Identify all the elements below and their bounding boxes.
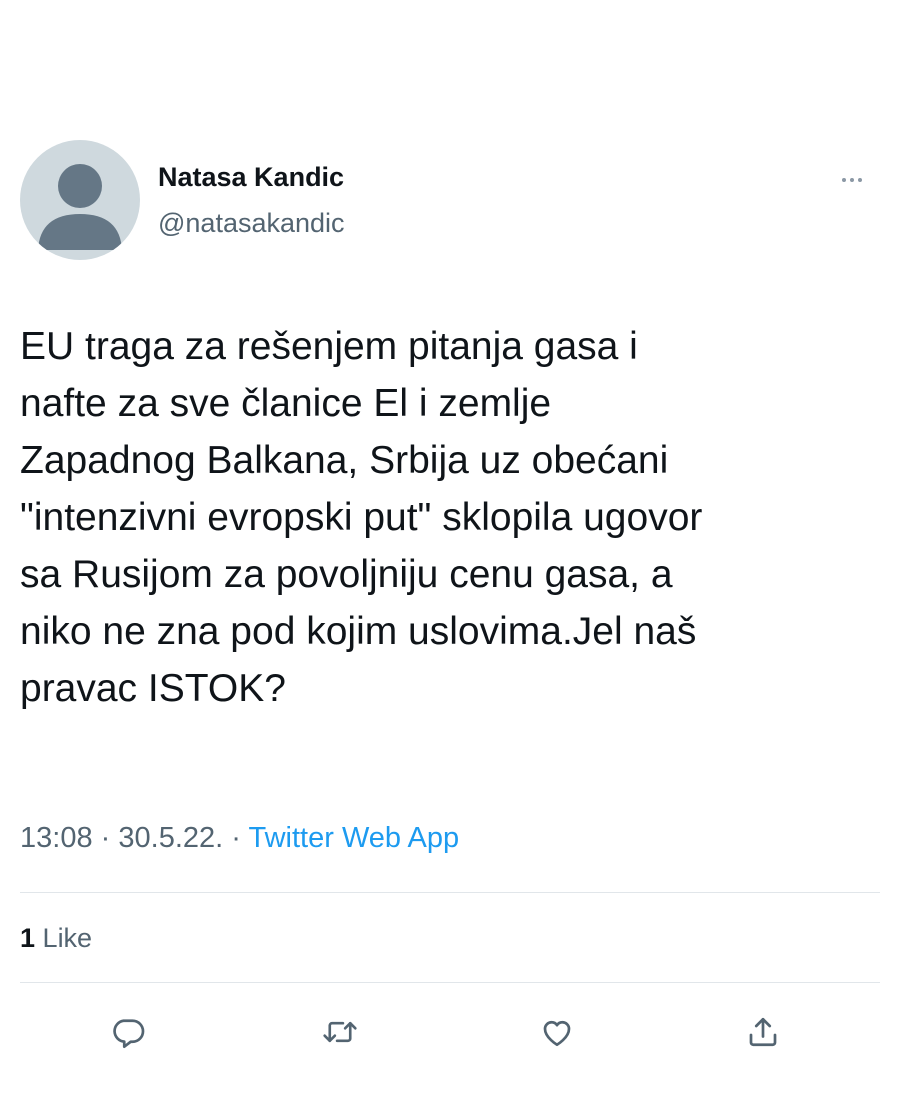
display-name[interactable]: Natasa Kandic [158, 160, 345, 194]
avatar[interactable] [20, 140, 140, 260]
tweet-source-link[interactable]: Twitter Web App [248, 822, 459, 854]
likes-stat[interactable]: 1 Like [20, 920, 92, 956]
tweet-text-line: niko ne zna pod kojim uslovima.Jel naš [20, 610, 697, 653]
tweet-meta: 13:08 · 30.5.22. · Twitter Web App [20, 820, 459, 856]
tweet-card: Natasa Kandic @natasakandic EU traga za … [0, 0, 900, 1104]
retweet-icon [323, 1021, 357, 1043]
like-button[interactable] [527, 1002, 587, 1062]
tweet-text-line: EU traga za rešenjem pitanja gasa i [20, 325, 638, 368]
dot [842, 178, 846, 182]
user-handle[interactable]: @natasakandic [158, 206, 345, 240]
tweet-text-line: Zapadnog Balkana, Srbija uz obećani [20, 439, 669, 482]
user-info: Natasa Kandic @natasakandic [158, 160, 345, 240]
divider [20, 982, 880, 983]
dot [850, 178, 854, 182]
likes-label: Like [42, 923, 93, 953]
tweet-date[interactable]: 30.5.22. [118, 822, 223, 854]
heart-icon [543, 1020, 571, 1047]
tweet-time[interactable]: 13:08 [20, 822, 93, 854]
likes-count: 1 [20, 923, 36, 953]
share-icon [749, 1017, 777, 1047]
more-options-icon[interactable] [832, 168, 872, 192]
dot [858, 178, 862, 182]
divider [20, 892, 880, 893]
default-profile-icon [38, 164, 122, 250]
meta-separator: · [100, 822, 111, 854]
tweet-text: EU traga za rešenjem pitanja gasa i naft… [20, 318, 880, 717]
tweet-text-line: sa Rusijom za povoljniju cenu gasa, a [20, 553, 673, 596]
meta-separator: · [231, 822, 241, 854]
reply-button[interactable] [98, 1002, 158, 1062]
tweet-text-line: nafte za sve članice El i zemlje [20, 382, 552, 425]
retweet-button[interactable] [310, 1002, 370, 1062]
tweet-text-line: pravac ISTOK? [20, 667, 286, 710]
action-bar [0, 1002, 900, 1062]
tweet-text-line: "intenzivni evropski put" sklopila ugovo… [20, 496, 703, 539]
reply-icon [113, 1019, 145, 1049]
share-button[interactable] [733, 1002, 793, 1062]
